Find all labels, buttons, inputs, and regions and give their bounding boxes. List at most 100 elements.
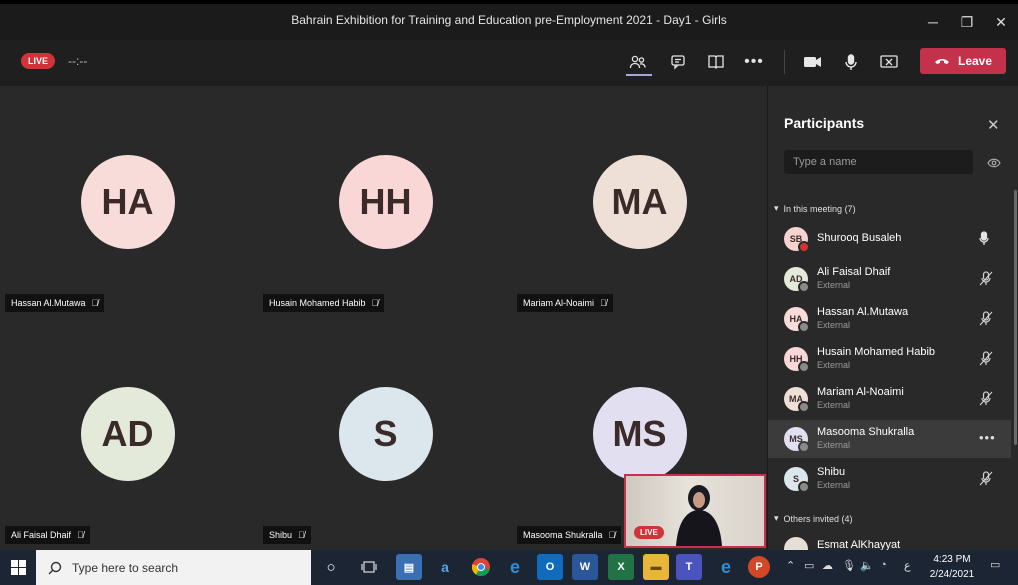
status-dot: [798, 361, 810, 373]
restore-button[interactable]: ❐: [950, 8, 984, 36]
participants-panel: Participants ✕ ▾ In this meeting (7) SB …: [767, 86, 1018, 550]
participant-name: Shibu: [269, 530, 293, 540]
share-screen-icon[interactable]: [877, 51, 901, 73]
video-tile[interactable]: MA Mariam Al-Noaimi 🎙̸: [512, 86, 767, 318]
toolbar-divider: [784, 50, 785, 74]
edge-legacy-icon[interactable]: e: [502, 554, 528, 580]
mic-off-icon: 🎙̸: [608, 530, 616, 540]
participant-row[interactable]: AD Ali Faisal Dhaif External: [768, 260, 1011, 298]
video-tile[interactable]: S Shibu 🎙̸: [258, 318, 513, 550]
volume-icon[interactable]: 🔈: [860, 559, 874, 572]
avatar: MA: [784, 387, 810, 413]
participant-search-input[interactable]: [784, 150, 973, 174]
network-icon[interactable]: ◔: [880, 559, 887, 571]
word-icon[interactable]: W: [572, 554, 598, 580]
participants-icon[interactable]: [626, 51, 650, 73]
avatar: HH: [338, 155, 433, 249]
onedrive-icon[interactable]: ☁: [822, 559, 833, 572]
task-view-icon[interactable]: [356, 554, 382, 580]
participant-name-tag: Ali Faisal Dhaif 🎙̸: [5, 526, 90, 544]
chrome-icon[interactable]: [468, 554, 494, 580]
notification-icon[interactable]: ▭: [990, 558, 1000, 571]
avatar: [784, 537, 808, 550]
cortana-icon[interactable]: ○: [318, 554, 344, 580]
participant-search-box[interactable]: [784, 150, 973, 174]
more-options-icon[interactable]: •••: [979, 430, 996, 445]
mic-off-icon: [979, 471, 993, 491]
avatar: HH: [784, 347, 810, 373]
mic-off-icon: [979, 271, 993, 291]
minimize-button[interactable]: ─: [916, 8, 950, 36]
participant-subtitle: External: [817, 400, 851, 410]
file-explorer-icon[interactable]: ▬: [643, 554, 669, 580]
section-label: In this meeting (7): [783, 203, 856, 214]
participants-active-indicator: [626, 74, 652, 76]
participant-name-tag: Hassan Al.Mutawa 🎙̸: [5, 294, 105, 312]
hide-icon[interactable]: [987, 155, 1001, 173]
close-window-button[interactable]: ✕: [984, 8, 1018, 36]
taskbar-clock[interactable]: 4:23 PM 2/24/2021: [924, 552, 980, 582]
camera-icon[interactable]: [801, 51, 825, 73]
leave-label: Leave: [957, 54, 993, 68]
invited-row[interactable]: Esmat AlKhayyat: [768, 530, 1011, 550]
participant-name: Ali Faisal Dhaif: [817, 266, 891, 278]
leave-button[interactable]: Leave: [920, 48, 1006, 74]
participant-row[interactable]: MA Mariam Al-Noaimi External: [768, 380, 1011, 418]
live-badge: LIVE: [21, 53, 56, 69]
file-app-icon[interactable]: ▤: [396, 554, 422, 580]
participant-name: Mariam Al-Noaimi: [523, 298, 595, 308]
close-icon[interactable]: ✕: [987, 116, 1000, 134]
participant-subtitle: External: [817, 440, 851, 450]
amazon-icon[interactable]: a: [432, 554, 458, 580]
participant-row[interactable]: HH Husain Mohamed Habib External: [768, 340, 1011, 378]
participant-name: Husain Mohamed Habib: [269, 298, 366, 308]
participant-row[interactable]: MS Masooma Shukralla External •••: [768, 420, 1011, 458]
participant-subtitle: External: [817, 280, 851, 290]
panel-title: Participants: [784, 115, 865, 131]
share-tray-icon[interactable]: [704, 51, 728, 73]
participant-row[interactable]: SB Shurooq Busaleh: [768, 220, 1011, 258]
mic-off-icon: 🎙̸: [600, 298, 607, 308]
window-titlebar: Bahrain Exhibition for Training and Educ…: [0, 0, 1018, 40]
participant-name: Shibu: [817, 466, 846, 478]
tray-chevron-icon[interactable]: ⌃: [786, 559, 795, 572]
outlook-icon[interactable]: O: [537, 554, 563, 580]
meeting-timer: --:--: [68, 54, 88, 68]
windows-start-icon[interactable]: [0, 550, 36, 585]
panel-scrollbar[interactable]: [1014, 190, 1017, 445]
participant-name: Esmat AlKhayyat: [817, 539, 901, 550]
chevron-down-icon: ▾: [774, 203, 779, 213]
edge-icon[interactable]: e: [713, 554, 739, 580]
participant-row[interactable]: HA Hassan Al.Mutawa External: [768, 300, 1011, 338]
windows-taskbar: Type here to search ○ ▤ a e O W X ▬ T e …: [0, 550, 1018, 585]
participant-subtitle: External: [817, 360, 851, 370]
clock-date: 2/24/2021: [929, 569, 975, 580]
self-video-preview[interactable]: LIVE: [624, 474, 766, 548]
status-dot: [798, 401, 810, 413]
status-dot: [798, 281, 810, 293]
video-tile[interactable]: AD Ali Faisal Dhaif 🎙̸: [0, 318, 255, 550]
mic-off-icon: [979, 391, 993, 411]
video-tile[interactable]: HA Hassan Al.Mutawa 🎙̸: [0, 86, 255, 318]
powerpoint-icon[interactable]: P: [748, 556, 770, 578]
avatar: AD: [80, 387, 175, 481]
language-icon[interactable]: ع: [904, 559, 911, 572]
chat-icon[interactable]: [666, 51, 690, 73]
avatar: AD: [784, 267, 810, 293]
window-title: Bahrain Exhibition for Training and Educ…: [291, 13, 727, 27]
mic-icon[interactable]: [839, 51, 863, 73]
excel-icon[interactable]: X: [608, 554, 634, 580]
video-tile[interactable]: HH Husain Mohamed Habib 🎙̸: [258, 86, 513, 318]
taskbar-search-box[interactable]: Type here to search: [36, 550, 311, 585]
mic-off-icon: 🎙̸: [371, 298, 379, 308]
teams-icon[interactable]: T: [676, 554, 702, 580]
participant-name: Mariam Al-Noaimi: [817, 386, 904, 398]
section-in-meeting[interactable]: ▾ In this meeting (7): [774, 203, 856, 214]
section-others-invited[interactable]: ▾ Others invited (4): [774, 513, 853, 524]
participant-name-tag: Mariam Al-Noaimi 🎙̸: [517, 294, 613, 312]
participant-name-tag: Husain Mohamed Habib 🎙̸: [263, 294, 385, 312]
participant-name: Hassan Al.Mutawa: [817, 306, 909, 318]
more-icon[interactable]: •••: [742, 51, 766, 73]
participant-row[interactable]: S Shibu External: [768, 460, 1011, 498]
meeting-toolbar: LIVE --:-- ••• Leave: [0, 40, 1018, 86]
